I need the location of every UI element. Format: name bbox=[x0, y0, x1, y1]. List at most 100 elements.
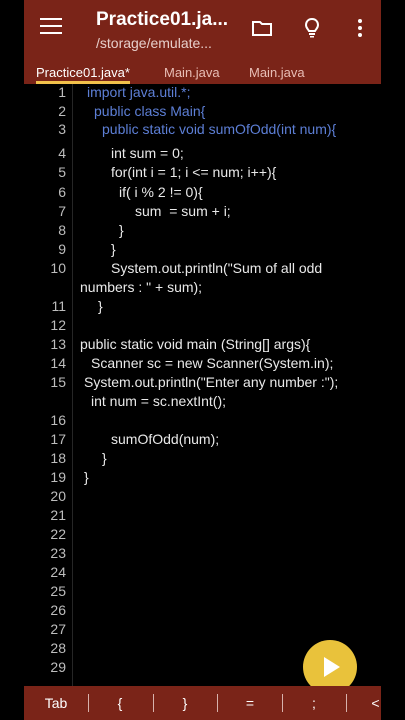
code-text: Scanner sc = new Scanner(System.in); bbox=[91, 355, 334, 371]
key-separator bbox=[88, 694, 89, 712]
code-line: 10 System.out.println("Sum of all odd bbox=[24, 260, 381, 279]
app-bar: Practice01.ja... /storage/emulate... bbox=[24, 0, 381, 62]
code-line: 16 bbox=[24, 412, 381, 431]
code-text: } bbox=[98, 298, 103, 314]
line-number: 6 bbox=[58, 184, 66, 200]
code-line: 23 bbox=[24, 545, 381, 564]
key-open-brace[interactable]: { bbox=[112, 695, 128, 711]
code-line: 5 for(int i = 1; i <= num; i++){ bbox=[24, 164, 381, 183]
file-title: Practice01.ja... bbox=[96, 9, 229, 30]
code-line: 17 sumOfOdd(num); bbox=[24, 431, 381, 450]
line-number: 2 bbox=[58, 103, 66, 119]
code-text: for(int i = 1; i <= num; i++){ bbox=[111, 164, 277, 180]
line-number: 11 bbox=[51, 298, 66, 314]
tab-main-2[interactable]: Main.java bbox=[249, 65, 305, 80]
code-line: int num = sc.nextInt(); bbox=[24, 393, 381, 412]
line-number: 1 bbox=[58, 84, 66, 100]
key-separator bbox=[282, 694, 283, 712]
line-number: 27 bbox=[50, 621, 66, 637]
line-number: 13 bbox=[50, 336, 66, 352]
key-separator bbox=[153, 694, 154, 712]
code-editor[interactable]: 1 import java.util.*; 2 public class Mai… bbox=[24, 84, 381, 686]
line-number: 25 bbox=[50, 583, 66, 599]
code-text: } bbox=[102, 450, 107, 466]
line-number: 10 bbox=[50, 260, 66, 276]
lightbulb-icon[interactable] bbox=[300, 16, 324, 40]
code-text: public class Main{ bbox=[94, 103, 206, 119]
line-number: 23 bbox=[50, 545, 66, 561]
line-number: 12 bbox=[50, 317, 66, 333]
code-line: 18 } bbox=[24, 450, 381, 469]
code-text: public static void sumOfOdd(int num){ bbox=[102, 121, 337, 137]
code-text: } bbox=[84, 469, 89, 485]
line-number: 17 bbox=[50, 431, 66, 447]
code-line: 24 bbox=[24, 564, 381, 583]
code-line: 21 bbox=[24, 507, 381, 526]
code-line: numbers : " + sum); bbox=[24, 279, 381, 298]
code-line: 7 sum = sum + i; bbox=[24, 203, 381, 222]
code-text: numbers : " + sum); bbox=[80, 279, 203, 295]
code-text: sumOfOdd(num); bbox=[111, 431, 220, 447]
code-text: } bbox=[119, 222, 124, 238]
line-number: 14 bbox=[50, 355, 66, 371]
code-line: 26 bbox=[24, 602, 381, 621]
code-text: import java.util.*; bbox=[87, 84, 191, 100]
line-number: 22 bbox=[50, 526, 66, 542]
line-number: 15 bbox=[50, 374, 66, 390]
key-semicolon[interactable]: ; bbox=[306, 695, 322, 711]
code-line: 6 if( i % 2 != 0){ bbox=[24, 184, 381, 203]
code-line: 20 bbox=[24, 488, 381, 507]
code-line: 4 int sum = 0; bbox=[24, 145, 381, 164]
code-line: 13 public static void main (String[] arg… bbox=[24, 336, 381, 355]
line-number: 8 bbox=[58, 222, 66, 238]
line-number: 7 bbox=[58, 203, 66, 219]
tab-practice01[interactable]: Practice01.java* bbox=[36, 65, 130, 84]
key-close-brace[interactable]: } bbox=[177, 695, 193, 711]
line-number: 28 bbox=[50, 640, 66, 656]
line-number: 9 bbox=[58, 241, 66, 257]
code-line: 14 Scanner sc = new Scanner(System.in); bbox=[24, 355, 381, 374]
file-tabs: Practice01.java* Main.java Main.java bbox=[24, 62, 381, 84]
line-number: 24 bbox=[50, 564, 66, 580]
code-line: 27 bbox=[24, 621, 381, 640]
key-equals[interactable]: = bbox=[242, 695, 258, 711]
line-number: 29 bbox=[50, 659, 66, 675]
code-line: 8 } bbox=[24, 222, 381, 241]
code-line: 15 System.out.println("Enter any number … bbox=[24, 374, 381, 393]
code-line: 25 bbox=[24, 583, 381, 602]
line-number: 19 bbox=[50, 469, 66, 485]
folder-icon[interactable] bbox=[250, 16, 274, 40]
code-text: sum = sum + i; bbox=[135, 203, 231, 219]
more-vert-icon[interactable] bbox=[348, 16, 372, 40]
file-path: /storage/emulate... bbox=[96, 35, 212, 51]
key-less-than[interactable]: < bbox=[370, 695, 381, 711]
code-line: 22 bbox=[24, 526, 381, 545]
code-line: 12 bbox=[24, 317, 381, 336]
code-line: 2 public class Main{ bbox=[24, 103, 381, 122]
line-number: 26 bbox=[50, 602, 66, 618]
line-number: 5 bbox=[58, 164, 66, 180]
hamburger-menu-icon[interactable] bbox=[40, 18, 62, 36]
line-number: 21 bbox=[50, 507, 66, 523]
code-text: int sum = 0; bbox=[111, 145, 184, 161]
line-number: 18 bbox=[50, 450, 66, 466]
code-line: 3 public static void sumOfOdd(int num){ bbox=[24, 121, 381, 140]
code-text: } bbox=[111, 241, 116, 257]
key-tab[interactable]: Tab bbox=[42, 695, 70, 711]
code-text: public static void main (String[] args){ bbox=[80, 336, 311, 352]
code-text: if( i % 2 != 0){ bbox=[119, 184, 203, 200]
line-number: 3 bbox=[58, 121, 66, 137]
code-line: 1 import java.util.*; bbox=[24, 84, 381, 103]
tab-main-1[interactable]: Main.java bbox=[164, 65, 220, 80]
phone-screen: Practice01.ja... /storage/emulate... Pra… bbox=[24, 0, 381, 720]
key-separator bbox=[217, 694, 218, 712]
code-line: 9 } bbox=[24, 241, 381, 260]
code-line: 11 } bbox=[24, 298, 381, 317]
code-text: System.out.println("Enter any number :")… bbox=[84, 374, 339, 390]
code-text: System.out.println("Sum of all odd bbox=[111, 260, 323, 276]
line-number: 16 bbox=[50, 412, 66, 428]
code-text: int num = sc.nextInt(); bbox=[91, 393, 226, 409]
key-separator bbox=[346, 694, 347, 712]
line-number: 4 bbox=[58, 145, 66, 161]
line-number: 20 bbox=[50, 488, 66, 504]
